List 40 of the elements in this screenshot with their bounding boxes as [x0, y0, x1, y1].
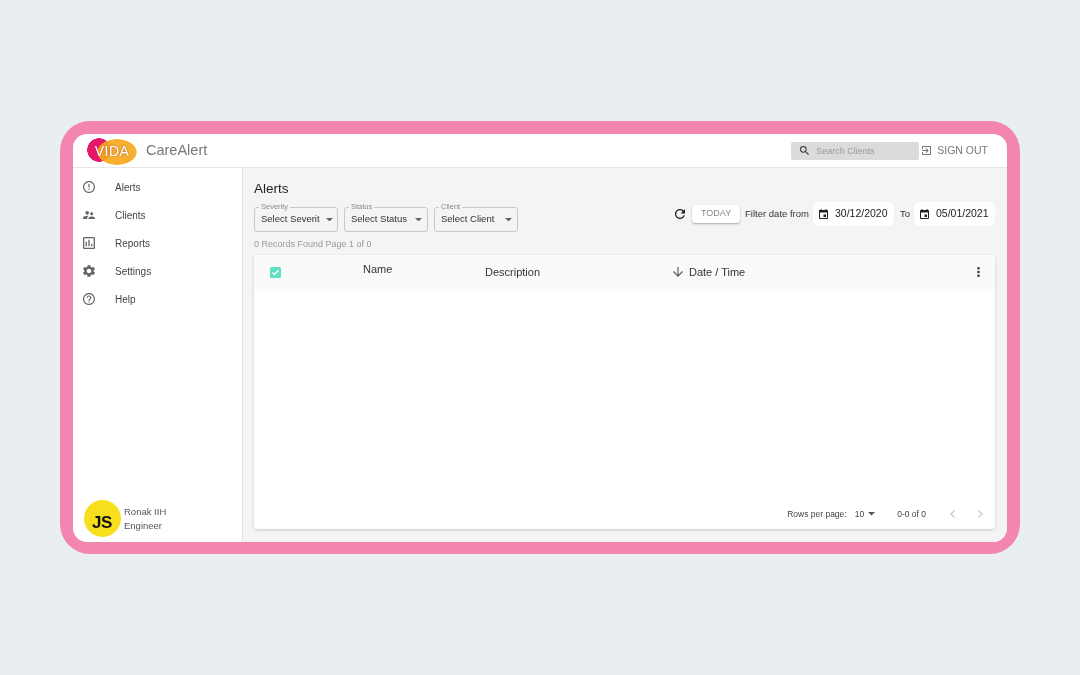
help-icon [83, 293, 95, 305]
bar-chart-icon [83, 237, 95, 249]
search-field[interactable]: Search Clients [791, 141, 920, 160]
app-name: CareAlert [146, 140, 208, 160]
sidebar-item[interactable]: Clients [73, 201, 242, 229]
people-icon [83, 210, 95, 220]
column-header[interactable]: Name [363, 255, 485, 278]
exit-icon [922, 146, 932, 155]
today-button[interactable]: TODAY [692, 205, 741, 223]
search-icon [800, 146, 810, 155]
date-field[interactable]: 05/01/2021 [914, 202, 995, 226]
user-role: Engineer [124, 519, 164, 533]
caret-icon [505, 217, 512, 222]
settings-icon [83, 265, 95, 277]
select-all-checkbox[interactable] [270, 266, 281, 278]
sidebar-item[interactable]: Reports [73, 229, 242, 257]
user-avatar: JS [84, 500, 121, 537]
date-to-label: To [899, 206, 910, 221]
more-options-icon[interactable] [976, 267, 980, 277]
column-header[interactable]: Date / Time [673, 263, 961, 281]
rows-per-page-select[interactable]: 10 [854, 507, 876, 521]
sign-out-button[interactable]: SIGN OUT [922, 142, 988, 159]
rows-per-page-label: Rows per page: [787, 507, 847, 521]
date-field[interactable]: 30/12/2020 [812, 202, 894, 226]
date-from-label: Filter date from [745, 206, 809, 221]
sidebar-item[interactable]: Alerts [73, 173, 242, 201]
records-summary: 0 Records Found Page 1 of 0 [254, 238, 373, 250]
sidebar-item[interactable]: Help [73, 285, 242, 313]
caret-icon [325, 217, 333, 222]
calendar-icon [818, 209, 828, 219]
caret-icon [415, 217, 422, 222]
sidebar-item[interactable]: Settings [73, 257, 242, 285]
user-name: Ronak IIH [124, 505, 167, 519]
calendar-icon [920, 209, 929, 219]
arrow-down-icon [673, 267, 683, 277]
page-title: Alerts [254, 180, 290, 198]
page-range: 0-0 of 0 [897, 507, 926, 521]
refresh-icon[interactable] [675, 209, 686, 219]
column-header[interactable]: Description [485, 263, 673, 281]
caret-icon [868, 512, 876, 516]
